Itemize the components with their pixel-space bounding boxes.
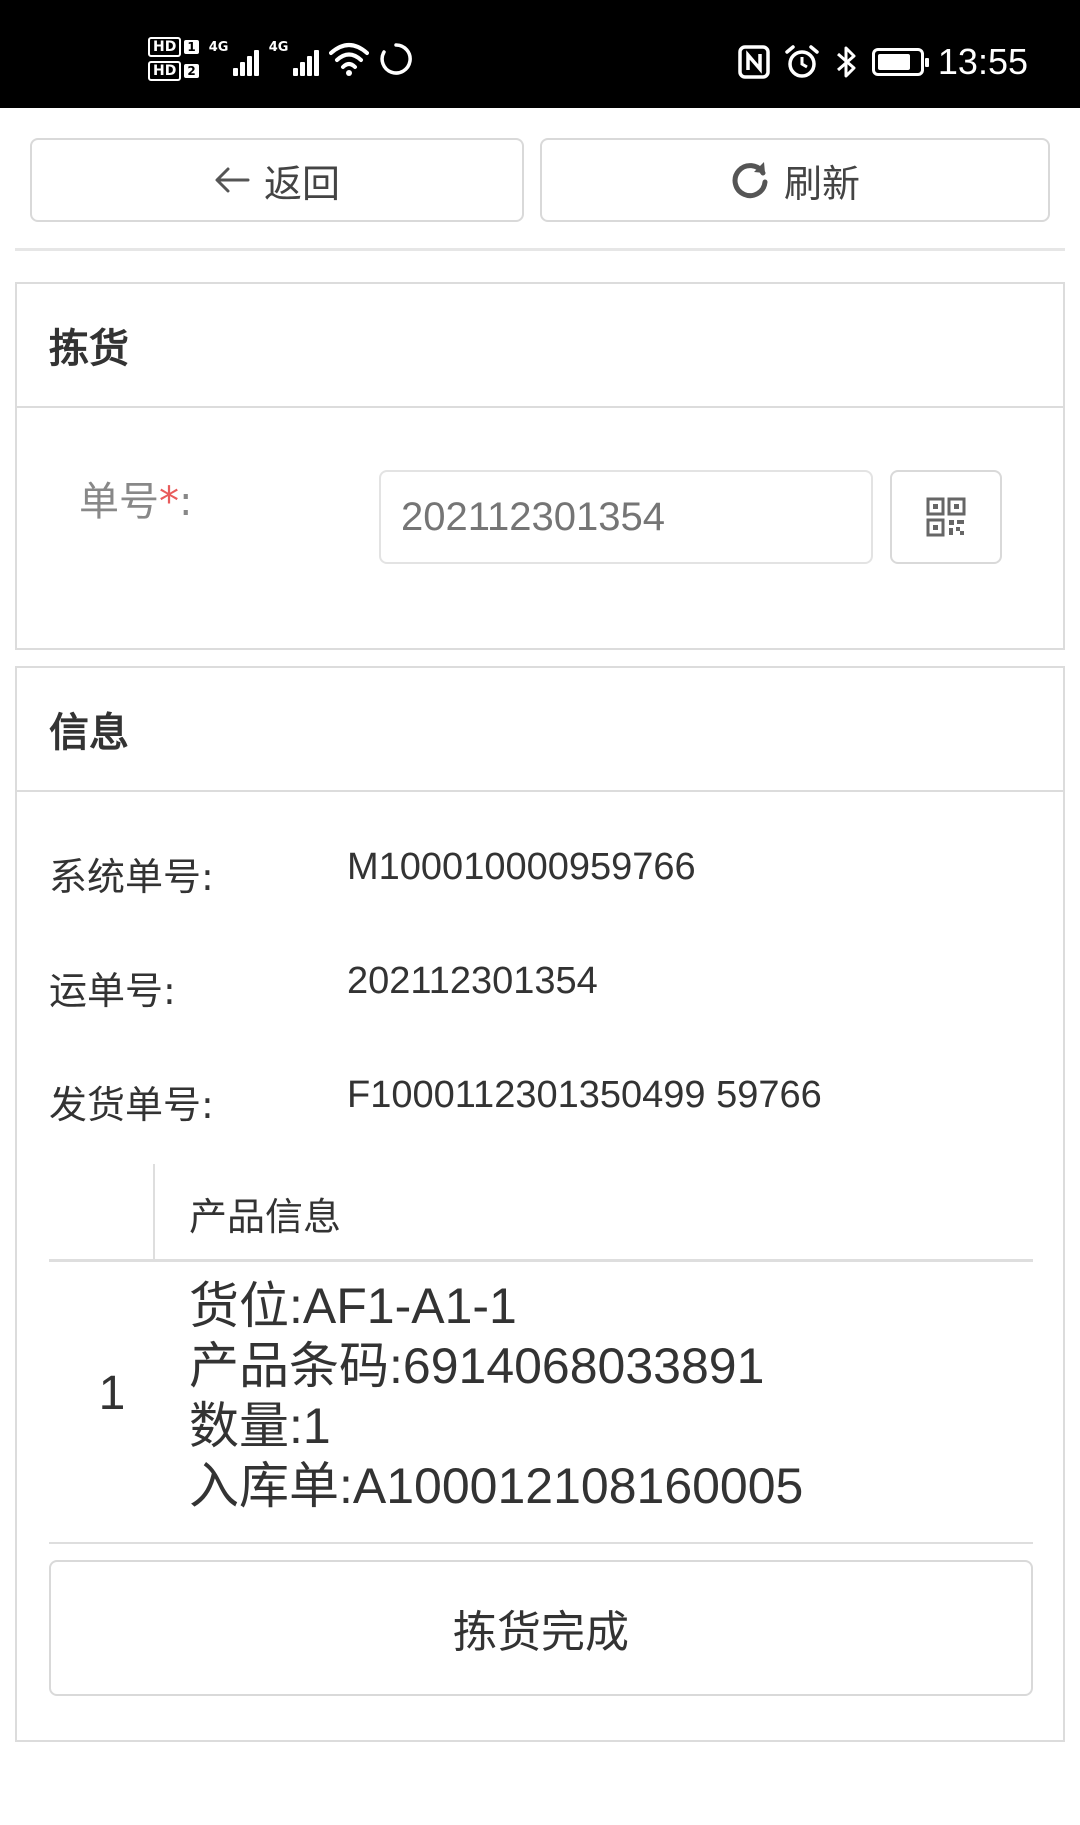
signal-icon-2: 4G xyxy=(269,40,319,76)
row-index: 1 xyxy=(98,1367,126,1420)
required-mark: * xyxy=(159,479,179,525)
hd-indicator-2: HD 2 xyxy=(148,61,199,81)
waybill-row: 运单号: 202112301354 xyxy=(49,960,598,1015)
info-panel-title: 信息 xyxy=(17,668,1063,792)
hd-indicators: HD 1 HD 2 xyxy=(148,37,199,81)
loading-circle-icon xyxy=(380,43,412,75)
refresh-button[interactable]: 刷新 xyxy=(540,138,1050,222)
toolbar-divider xyxy=(15,248,1065,251)
status-left-icons: HD 1 HD 2 4G 4G xyxy=(148,34,413,84)
clock-time: 13:55 xyxy=(937,41,1028,82)
back-button-label: 返回 xyxy=(263,161,340,206)
order-number-input[interactable] xyxy=(379,470,873,564)
hd-indicator-1: HD 1 xyxy=(148,37,199,57)
system-order-row: 系统单号: M100010000959766 xyxy=(49,846,696,901)
system-order-value: M100010000959766 xyxy=(347,846,696,888)
arrow-left-icon xyxy=(215,167,250,193)
refresh-button-label: 刷新 xyxy=(783,161,860,206)
info-panel: 信息 系统单号: M100010000959766 运单号: 202112301… xyxy=(15,666,1065,1742)
status-bar: HD 1 HD 2 4G 4G 13:55 xyxy=(0,0,1080,108)
qr-code-icon xyxy=(926,497,966,537)
status-right-icons: 13:55 xyxy=(738,40,1028,84)
product-inbound-order: 入库单:A100012108160005 xyxy=(189,1458,804,1514)
product-barcode: 产品条码:6914068033891 xyxy=(189,1338,765,1394)
waybill-value: 202112301354 xyxy=(347,960,598,1002)
product-info-header: 产品信息 xyxy=(189,1195,342,1239)
product-table-header: 产品信息 xyxy=(49,1164,1033,1262)
shipment-order-label: 发货单号: xyxy=(49,1083,214,1127)
product-quantity: 数量:1 xyxy=(189,1398,331,1454)
scan-qr-button[interactable] xyxy=(890,470,1002,564)
battery-icon xyxy=(871,48,929,76)
system-order-label: 系统单号: xyxy=(49,855,214,899)
pick-panel-title: 拣货 xyxy=(17,284,1063,408)
product-location: 货位:AF1-A1-1 xyxy=(189,1278,517,1334)
product-table: 产品信息 1 货位:AF1-A1-1 产品条码:6914068033891 数量… xyxy=(49,1164,1033,1544)
shipment-order-row: 发货单号: F1000112301350499 59766 xyxy=(49,1074,822,1129)
waybill-label: 运单号: xyxy=(49,969,176,1013)
bluetooth-icon xyxy=(836,46,856,78)
table-row: 1 货位:AF1-A1-1 产品条码:6914068033891 数量:1 入库… xyxy=(49,1262,1033,1544)
order-number-label: 单号*: xyxy=(79,479,193,525)
back-button[interactable]: 返回 xyxy=(30,138,524,222)
signal-icon-1: 4G xyxy=(209,40,259,76)
wifi-icon xyxy=(328,43,369,76)
pick-complete-button[interactable]: 拣货完成 xyxy=(49,1560,1033,1696)
product-details: 货位:AF1-A1-1 产品条码:6914068033891 数量:1 入库单:… xyxy=(189,1276,803,1516)
pick-panel: 拣货 单号*: xyxy=(15,282,1065,650)
refresh-icon xyxy=(732,162,768,199)
alarm-icon xyxy=(785,45,819,78)
shipment-order-value: F1000112301350499 59766 xyxy=(347,1074,822,1116)
nfc-icon xyxy=(738,45,770,79)
header-divider xyxy=(153,1164,155,1262)
